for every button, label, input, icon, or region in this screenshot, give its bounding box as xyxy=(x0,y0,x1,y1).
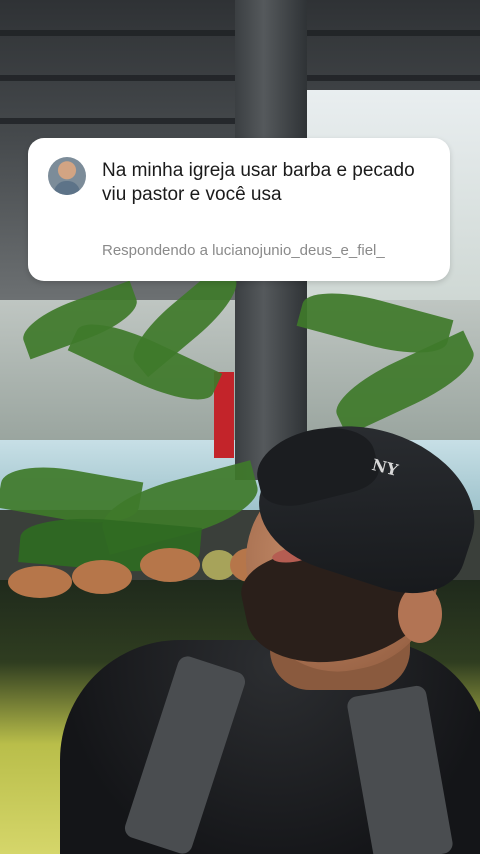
avatar-shirt xyxy=(54,181,80,195)
stone xyxy=(140,548,200,582)
stone xyxy=(72,560,132,594)
ear xyxy=(398,585,442,643)
user-avatar[interactable] xyxy=(48,157,86,195)
reply-info: Respondendo a lucianojunio_deus_e_fiel_ xyxy=(102,242,385,259)
stone xyxy=(8,566,72,598)
video-frame[interactable]: NY xyxy=(0,0,480,854)
comment-reply-bubble[interactable]: Na minha igreja usar barba e pecado viu … xyxy=(28,138,450,281)
comment-text: Na minha igreja usar barba e pecado viu … xyxy=(102,160,415,205)
